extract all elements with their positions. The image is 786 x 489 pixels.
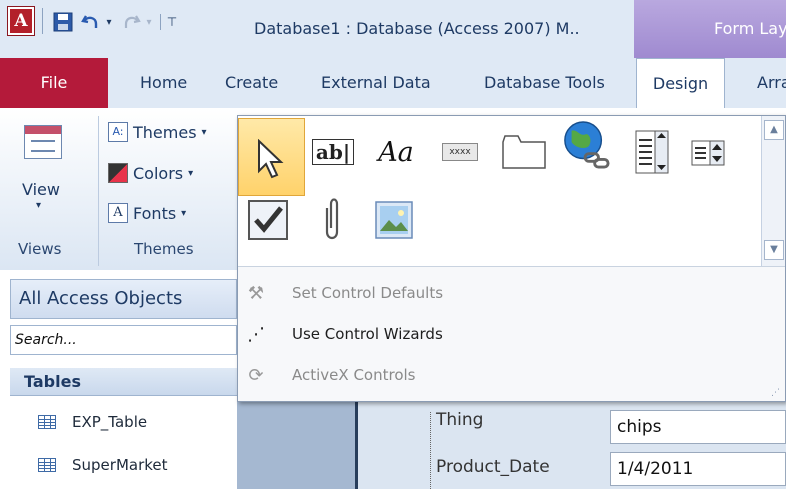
tab-database-tools[interactable]: Database Tools bbox=[484, 58, 605, 108]
label-control[interactable]: Aa bbox=[372, 128, 420, 176]
qat-separator bbox=[42, 8, 43, 34]
tab-control-icon bbox=[502, 135, 546, 169]
nav-item-supermarket[interactable]: SuperMarket bbox=[10, 447, 237, 483]
activex-icon: ⟳ bbox=[248, 364, 264, 386]
tab-control[interactable] bbox=[500, 128, 548, 176]
resize-grip-icon[interactable]: ⋰ bbox=[771, 388, 781, 398]
fonts-button[interactable]: A Fonts ▾ bbox=[108, 199, 186, 227]
set-defaults-icon: ⚒ bbox=[247, 282, 265, 304]
tab-home[interactable]: Home bbox=[140, 58, 187, 108]
table-icon bbox=[38, 458, 56, 472]
textbox-icon: ab| bbox=[311, 139, 355, 165]
nav-item-exp-table[interactable]: EXP_Table bbox=[10, 404, 237, 440]
access-app-icon[interactable]: A bbox=[7, 6, 35, 36]
window-title: Database1 : Database (Access 2007) M.. bbox=[254, 19, 580, 38]
colors-icon bbox=[108, 163, 128, 183]
undo-dropdown-icon[interactable]: ▾ bbox=[102, 8, 116, 36]
chevron-down-icon: ▾ bbox=[201, 126, 207, 138]
text-box-control[interactable]: ab| bbox=[309, 128, 357, 176]
menu-item-label: Set Control Defaults bbox=[292, 284, 444, 302]
chevron-down-icon: ▾ bbox=[181, 207, 187, 219]
wizard-wand-icon: ⋰ bbox=[247, 323, 265, 345]
group-label-themes: Themes bbox=[134, 240, 194, 258]
check-box-control[interactable] bbox=[244, 196, 292, 244]
tab-create[interactable]: Create bbox=[225, 58, 278, 108]
nav-item-label: SuperMarket bbox=[72, 456, 168, 474]
menu-item-use-control-wizards[interactable]: ⋰ Use Control Wizards bbox=[238, 314, 443, 354]
fonts-icon: A bbox=[108, 203, 128, 223]
customize-icon[interactable]: ⊤ bbox=[164, 8, 180, 36]
nav-item-label: EXP_Table bbox=[72, 413, 148, 431]
field-label-thing[interactable]: Thing bbox=[436, 410, 483, 430]
tab-file[interactable]: File bbox=[0, 58, 108, 108]
group-label-views: Views bbox=[18, 240, 62, 258]
image-control[interactable] bbox=[370, 196, 418, 244]
checkbox-icon bbox=[248, 200, 288, 240]
menu-item-activex-controls[interactable]: ⟳ ActiveX Controls bbox=[238, 355, 415, 395]
attachment-control[interactable] bbox=[308, 196, 356, 244]
view-icon bbox=[24, 125, 62, 159]
layout-gridline bbox=[430, 412, 431, 489]
colors-button[interactable]: Colors ▾ bbox=[108, 159, 193, 187]
qat-separator bbox=[160, 14, 161, 30]
menu-item-label: Use Control Wizards bbox=[292, 325, 443, 343]
field-value-thing[interactable]: chips bbox=[610, 410, 786, 444]
group-divider bbox=[98, 116, 99, 266]
hyperlink-control[interactable] bbox=[562, 121, 610, 170]
scroll-down-icon[interactable]: ▼ bbox=[764, 240, 784, 260]
redo-icon[interactable] bbox=[120, 8, 142, 36]
contextual-tab-label: Form Lay bbox=[714, 19, 786, 38]
redo-dropdown-icon: ▾ bbox=[146, 16, 152, 28]
nav-pane-header[interactable]: All Access Objects bbox=[10, 279, 237, 319]
scroll-up-icon[interactable]: ▲ bbox=[764, 120, 784, 140]
nav-search-input[interactable]: Search... bbox=[10, 325, 237, 355]
field-label-product-date[interactable]: Product_Date bbox=[436, 457, 550, 477]
view-button-label: View bbox=[22, 180, 60, 199]
gallery-scrollbar[interactable]: ▲ ▼ bbox=[761, 116, 785, 266]
chevron-down-icon: ▾ bbox=[188, 167, 194, 179]
button-control[interactable]: xxxx bbox=[436, 128, 484, 176]
pointer-icon bbox=[258, 139, 284, 179]
table-icon bbox=[38, 415, 56, 429]
combo-box-control[interactable] bbox=[684, 128, 732, 176]
themes-button[interactable]: A: Themes ▾ bbox=[108, 118, 207, 146]
nav-group-tables[interactable]: Tables bbox=[10, 368, 237, 396]
hyperlink-globe-icon bbox=[564, 121, 610, 169]
tab-arrange[interactable]: Arra bbox=[757, 58, 786, 108]
paperclip-icon bbox=[325, 198, 339, 240]
undo-icon[interactable] bbox=[80, 8, 102, 36]
combobox-icon bbox=[691, 140, 725, 166]
colors-label: Colors bbox=[133, 163, 184, 183]
fonts-label: Fonts bbox=[133, 203, 177, 223]
ribbon-tab-row: File Home Create External Data Database … bbox=[0, 58, 786, 108]
themes-label: Themes bbox=[133, 122, 197, 142]
field-value-product-date[interactable]: 1/4/2011 bbox=[610, 452, 786, 486]
button-icon: xxxx bbox=[442, 143, 478, 161]
label-icon: Aa bbox=[378, 136, 414, 168]
tab-design[interactable]: Design bbox=[636, 58, 725, 108]
menu-item-label: ActiveX Controls bbox=[292, 366, 416, 384]
chevron-down-icon: ▾ bbox=[36, 200, 42, 211]
menu-item-set-control-defaults[interactable]: ⚒ Set Control Defaults bbox=[238, 273, 443, 313]
contextual-tab-header: Form Lay bbox=[634, 0, 786, 58]
themes-icon: A: bbox=[108, 122, 128, 142]
tab-external-data[interactable]: External Data bbox=[321, 58, 431, 108]
list-box-control[interactable] bbox=[628, 128, 676, 176]
image-icon bbox=[375, 201, 413, 239]
listbox-icon bbox=[635, 130, 669, 174]
select-control[interactable] bbox=[238, 118, 305, 196]
save-icon[interactable] bbox=[50, 8, 76, 36]
